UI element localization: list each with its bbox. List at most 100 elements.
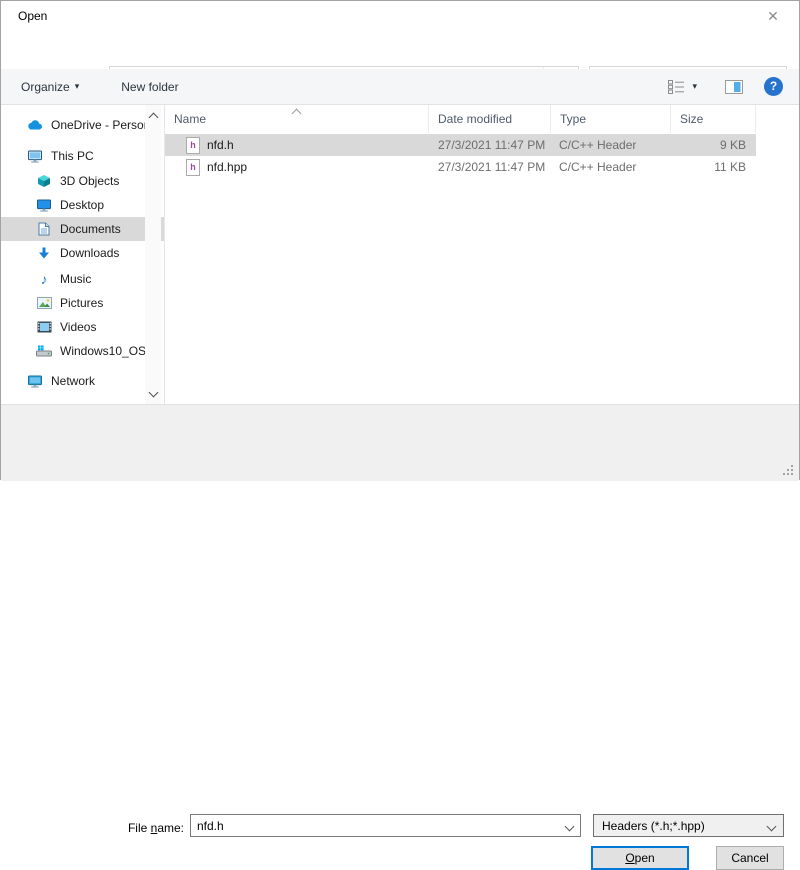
sidebar-item-desktop[interactable]: Desktop (1, 193, 164, 217)
column-header-type[interactable]: Type (551, 105, 671, 133)
chevron-down-icon (148, 388, 158, 398)
preview-pane-icon (725, 80, 743, 94)
column-header-label: Type (560, 112, 586, 126)
network-icon (26, 375, 44, 388)
file-size-cell: 11 KB (671, 160, 756, 174)
help-button[interactable]: ? (764, 77, 783, 96)
label-text: ame: (157, 821, 184, 835)
sidebar-item-label: This PC (51, 149, 94, 163)
chevron-up-icon (148, 112, 158, 122)
document-icon (35, 222, 53, 236)
sidebar-item-label: Documents (60, 222, 121, 236)
chevron-down-icon (759, 819, 783, 833)
details-view-icon (668, 80, 685, 94)
title-bar: Open ✕ (1, 1, 799, 31)
column-header-label: Date modified (438, 112, 512, 126)
change-view-button[interactable]: ▾ (663, 76, 702, 98)
sidebar-item-label: Network (51, 374, 95, 388)
sidebar-item-onedrive[interactable]: OneDrive - Person (1, 113, 164, 137)
sidebar-item-label: Windows10_OS ( (60, 344, 153, 358)
file-name-text: nfd.h (207, 138, 234, 152)
sidebar-item-downloads[interactable]: Downloads (1, 241, 164, 265)
column-header-label: Name (174, 112, 206, 126)
organize-button[interactable]: Organize ▾ (11, 80, 89, 94)
label-text: File (128, 821, 151, 835)
file-name-input[interactable] (191, 818, 558, 834)
cube-icon (35, 174, 53, 188)
onedrive-cloud-icon (26, 119, 44, 131)
computer-icon (26, 150, 44, 163)
button-text: pen (635, 851, 655, 865)
sidebar-item-label: Videos (60, 320, 96, 334)
command-toolbar: Organize ▾ New folder ▾ ? (1, 69, 799, 105)
sidebar-item-music[interactable]: ♪ Music (1, 267, 164, 291)
new-folder-button[interactable]: New folder (111, 80, 188, 94)
button-mnemonic: O (625, 851, 634, 865)
open-file-dialog: Open ✕ ← → ↑ « GitHub › nativefiledialog… (0, 0, 800, 480)
file-date-cell: 27/3/2021 11:47 PM (429, 138, 551, 152)
sidebar-item-3d-objects[interactable]: 3D Objects (1, 169, 164, 193)
file-size-cell: 9 KB (671, 138, 756, 152)
sidebar-item-network[interactable]: Network (1, 369, 164, 393)
window-title: Open (18, 1, 47, 31)
sidebar-item-pictures[interactable]: Pictures (1, 291, 164, 315)
chevron-down-icon: ▾ (692, 81, 697, 92)
sidebar-item-windows10-os[interactable]: Windows10_OS ( (1, 339, 164, 363)
resize-grip-icon[interactable] (783, 465, 795, 477)
column-header-name[interactable]: Name (165, 105, 429, 133)
file-name-combobox (190, 814, 581, 837)
filter-selected-value: Headers (*.h;*.hpp) (594, 819, 759, 833)
file-type-cell: C/C++ Header (551, 160, 671, 174)
chevron-down-icon: ▾ (75, 81, 80, 92)
file-name-cell: h nfd.hpp (165, 159, 429, 176)
sort-ascending-icon (292, 109, 302, 119)
sidebar-item-label: Desktop (60, 198, 104, 212)
navigation-pane: OneDrive - Person This PC 3D Objects Des… (1, 105, 164, 404)
column-header-label: Size (680, 112, 703, 126)
sidebar-item-label: 3D Objects (60, 174, 119, 188)
file-type-cell: C/C++ Header (551, 138, 671, 152)
scroll-up-button[interactable] (145, 107, 161, 123)
header-file-icon: h (186, 137, 200, 154)
sidebar-item-label: Music (60, 272, 91, 286)
cancel-button[interactable]: Cancel (716, 846, 784, 870)
video-icon (35, 321, 53, 333)
chevron-down-icon (564, 821, 574, 831)
scroll-down-button[interactable] (145, 386, 161, 402)
file-row-nfd-h[interactable]: h nfd.h 27/3/2021 11:47 PM C/C++ Header … (165, 134, 756, 156)
file-row-nfd-hpp[interactable]: h nfd.hpp 27/3/2021 11:47 PM C/C++ Heade… (165, 156, 756, 178)
sidebar-item-label: Downloads (60, 246, 119, 260)
desktop-monitor-icon (35, 199, 53, 212)
column-header-size[interactable]: Size (671, 105, 756, 133)
column-header-date-modified[interactable]: Date modified (429, 105, 551, 133)
preview-pane-button[interactable] (720, 76, 748, 98)
sidebar-scrollbar[interactable] (145, 105, 161, 404)
toolbar-right-group: ▾ ? (663, 76, 783, 98)
label-mnemonic: n (151, 821, 158, 835)
sidebar-item-documents[interactable]: Documents (1, 217, 164, 241)
open-button[interactable]: Open (591, 846, 689, 870)
picture-icon (35, 297, 53, 309)
close-icon[interactable]: ✕ (757, 1, 789, 31)
hard-drive-icon (35, 345, 53, 357)
file-name-text: nfd.hpp (207, 160, 247, 174)
file-date-cell: 27/3/2021 11:47 PM (429, 160, 551, 174)
organize-label: Organize (21, 80, 70, 94)
file-list: Name Date modified Type Size h nfd.h 27/… (165, 105, 798, 404)
download-arrow-icon (35, 247, 53, 260)
music-note-icon: ♪ (35, 272, 53, 286)
content-area: OneDrive - Person This PC 3D Objects Des… (1, 105, 799, 404)
dialog-footer: File name: Headers (*.h;*.hpp) Open Canc… (1, 404, 799, 481)
navigation-bar: ← → ↑ « GitHub › nativefiledialog › src … (1, 31, 799, 69)
header-file-icon: h (186, 159, 200, 176)
sidebar-item-label: Pictures (60, 296, 103, 310)
new-folder-label: New folder (121, 80, 178, 94)
column-headers: Name Date modified Type Size (165, 105, 756, 133)
sidebar-item-label: OneDrive - Person (51, 118, 150, 132)
sidebar-item-this-pc[interactable]: This PC (1, 144, 164, 168)
file-name-dropdown-button[interactable] (558, 819, 580, 833)
sidebar-item-videos[interactable]: Videos (1, 315, 164, 339)
file-type-filter-dropdown[interactable]: Headers (*.h;*.hpp) (593, 814, 784, 837)
file-name-label: File name: (61, 817, 184, 840)
file-name-cell: h nfd.h (165, 137, 429, 154)
